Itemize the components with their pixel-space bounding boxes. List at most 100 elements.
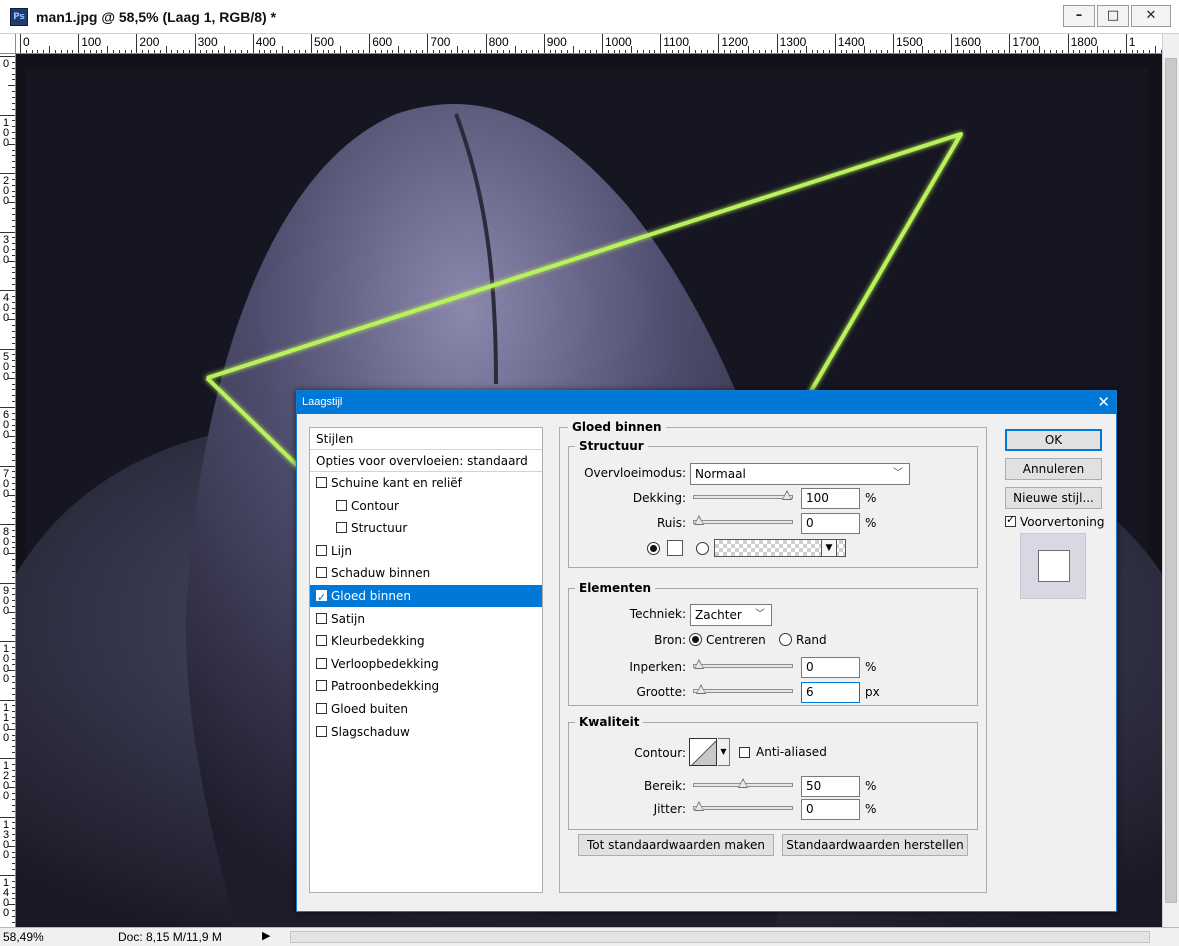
style-checkbox[interactable] — [316, 657, 327, 669]
new-style-button[interactable]: Nieuwe stijl... — [1005, 487, 1102, 509]
blend-mode-select[interactable]: Normaal ﹀ — [690, 463, 910, 485]
ruler-corner[interactable] — [0, 34, 16, 54]
range-slider-handle[interactable] — [738, 778, 748, 788]
styles-header[interactable]: Stijlen — [310, 428, 542, 450]
style-item[interactable]: Gloed binnen — [310, 585, 542, 609]
source-edge-radio[interactable] — [779, 633, 792, 646]
choke-slider[interactable] — [693, 659, 793, 669]
style-checkbox[interactable] — [316, 680, 327, 692]
style-checkbox[interactable] — [316, 587, 327, 609]
ruler-label: 600 — [372, 35, 393, 49]
style-item-label: Lijn — [331, 543, 352, 558]
choke-field[interactable]: 0 — [801, 657, 860, 678]
choke-label: Inperken: — [629, 660, 686, 674]
opacity-slider-handle[interactable] — [782, 490, 792, 500]
status-menu-arrow-icon[interactable]: ▶ — [262, 929, 270, 942]
noise-field[interactable]: 0 — [801, 513, 860, 534]
vertical-scroll-thumb[interactable] — [1165, 58, 1177, 903]
size-slider-handle[interactable] — [695, 684, 706, 694]
noise-slider-handle[interactable] — [694, 515, 704, 525]
jitter-slider[interactable] — [693, 801, 793, 811]
make-default-button[interactable]: Tot standaardwaarden maken — [578, 834, 774, 856]
style-checkbox[interactable] — [336, 499, 347, 511]
style-item[interactable]: Contour — [310, 495, 542, 517]
gradient-radio[interactable] — [696, 542, 709, 555]
contour-picker[interactable] — [689, 738, 717, 766]
contour-dropdown-icon[interactable]: ▼ — [718, 738, 730, 766]
jitter-field[interactable]: 0 — [801, 799, 860, 820]
choke-slider-handle[interactable] — [694, 659, 704, 669]
size-field[interactable]: 6 — [801, 682, 860, 703]
opacity-slider[interactable] — [693, 490, 793, 500]
style-checkbox[interactable] — [316, 703, 327, 714]
range-slider[interactable] — [693, 778, 793, 788]
minimize-button[interactable]: – — [1063, 5, 1095, 27]
ruler-minor-tick — [49, 46, 51, 53]
vertical-ruler[interactable]: 0 100 200 300 400 500 600 700 800 900 1000 1100 1200… — [0, 54, 16, 927]
color-radio[interactable] — [647, 542, 660, 555]
preview-checkbox[interactable] — [1005, 513, 1016, 527]
reset-default-button[interactable]: Standaardwaarden herstellen — [782, 834, 968, 856]
horizontal-scrollbar[interactable] — [290, 931, 1150, 943]
quality-title: Kwaliteit — [575, 715, 644, 729]
ruler-tick — [311, 34, 312, 53]
structure-group: Structuur Overvloeimodus: Normaal ﹀ Dekk… — [568, 439, 978, 568]
style-item[interactable]: Lijn — [310, 540, 542, 562]
ruler-tick — [834, 34, 836, 53]
noise-slider[interactable] — [693, 515, 793, 525]
document-title: man1.jpg @ 58,5% (Laag 1, RGB/8) * — [36, 9, 277, 25]
anti-aliased-label[interactable]: Anti-aliased — [756, 745, 827, 759]
dialog-close-icon[interactable]: ✕ — [1097, 391, 1110, 414]
source-center-label[interactable]: Centreren — [706, 633, 766, 647]
source-edge-label[interactable]: Rand — [796, 633, 827, 647]
size-slider[interactable] — [693, 684, 793, 694]
inner-glow-title: Gloed binnen — [568, 420, 666, 434]
style-checkbox[interactable] — [336, 522, 347, 534]
vertical-scrollbar[interactable] — [1162, 34, 1179, 927]
ruler-minor-tick — [456, 46, 458, 53]
blend-mode-label: Overvloeimodus: — [584, 466, 686, 480]
ruler-label: 100 — [3, 116, 10, 149]
maximize-button[interactable]: □ — [1097, 5, 1129, 27]
ruler-label: 800 — [3, 526, 10, 558]
style-checkbox[interactable] — [316, 544, 327, 556]
ruler-tick — [951, 34, 953, 53]
preview-label[interactable]: Voorvertoning — [1020, 515, 1105, 529]
horizontal-ruler[interactable]: 0 100 200 300 400 500 600 700 800 900 1000 1100 1200… — [16, 34, 1166, 54]
gradient-dropdown-icon[interactable]: ▼ — [821, 539, 837, 557]
blend-options-item[interactable]: Opties voor overvloeien: standaard — [310, 450, 542, 472]
ruler-minor-tick — [107, 46, 109, 53]
ruler-tick — [0, 875, 15, 876]
ruler-tick — [0, 407, 15, 408]
jitter-slider-handle[interactable] — [694, 801, 704, 811]
source-center-radio[interactable] — [689, 633, 702, 646]
style-checkbox[interactable] — [316, 567, 327, 579]
style-item[interactable]: Gloed buiten — [310, 698, 542, 720]
anti-aliased-checkbox[interactable] — [739, 747, 750, 758]
style-item[interactable]: Schuine kant en reliëf — [310, 472, 542, 494]
chevron-down-icon: ﹀ — [893, 468, 903, 479]
range-unit: % — [865, 779, 877, 793]
opacity-field[interactable]: 100 — [801, 488, 860, 509]
range-field[interactable]: 50 — [801, 776, 860, 797]
ruler-label: 1000 — [3, 643, 10, 685]
style-checkbox[interactable] — [316, 635, 327, 647]
cancel-button[interactable]: Annuleren — [1005, 458, 1102, 480]
style-item[interactable]: Satijn — [310, 608, 542, 630]
glow-color-swatch[interactable] — [667, 540, 683, 556]
style-item[interactable]: Kleurbedekking — [310, 630, 542, 652]
technique-select[interactable]: Zachter ﹀ — [690, 604, 772, 626]
ok-button[interactable]: OK — [1005, 429, 1102, 451]
noise-label: Ruis: — [656, 516, 686, 530]
style-checkbox[interactable] — [316, 725, 327, 737]
style-item[interactable]: Schaduw binnen — [310, 562, 542, 584]
preview-option[interactable]: Voorvertoning — [1005, 513, 1105, 529]
style-checkbox[interactable] — [316, 612, 327, 624]
style-item[interactable]: Patroonbedekking — [310, 675, 542, 697]
style-item[interactable]: Slagschaduw — [310, 721, 542, 743]
style-item[interactable]: Verloopbedekking — [310, 653, 542, 675]
zoom-level[interactable]: 58,49% — [3, 930, 44, 944]
style-item[interactable]: Structuur — [310, 517, 542, 539]
close-button[interactable]: ✕ — [1131, 5, 1171, 27]
style-checkbox[interactable] — [316, 477, 327, 488]
